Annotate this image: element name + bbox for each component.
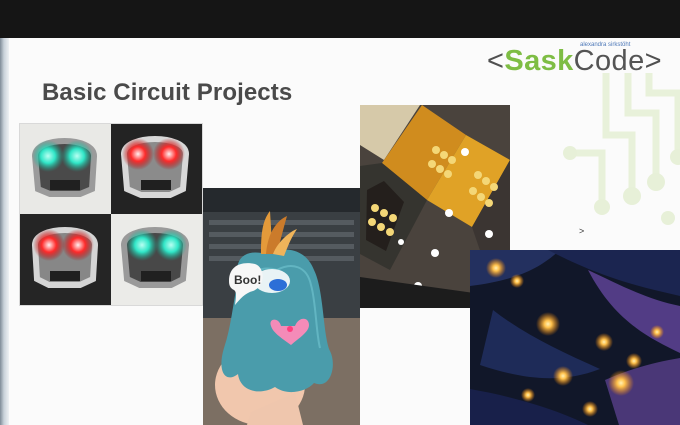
slide-title: Basic Circuit Projects — [42, 79, 293, 106]
left-edge — [0, 38, 9, 425]
skull-led-photo — [20, 124, 202, 305]
presentation-slide: Basic Circuit Projects alexandra sirkstö… — [9, 38, 680, 425]
screen: Basic Circuit Projects alexandra sirkstö… — [0, 0, 680, 425]
mouse-cursor-icon: ˃ — [579, 226, 585, 236]
glowing-stars-photo — [470, 250, 680, 425]
brand-left-bracket: < — [487, 45, 505, 77]
top-bar — [0, 0, 680, 38]
circuit-pattern — [563, 73, 680, 225]
boo-text: Boo! — [234, 273, 261, 287]
felt-monster-photo: Boo! — [203, 188, 360, 425]
